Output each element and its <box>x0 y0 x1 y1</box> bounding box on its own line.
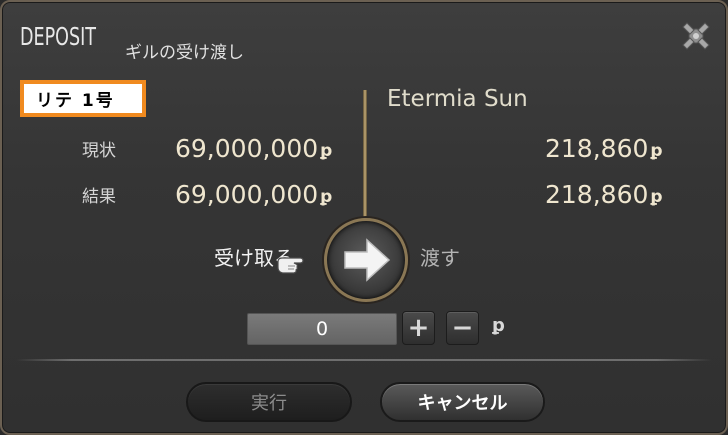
own-result-gil: 69,000,000 ꝑ <box>175 180 332 209</box>
partner-character-name: Etermia Sun <box>387 86 528 112</box>
column-divider <box>363 90 367 225</box>
gil-currency-icon: ꝑ <box>650 186 663 207</box>
own-character-name: リテ 1号 <box>20 80 146 117</box>
partner-result-gil-value: 218,860 <box>545 180 649 209</box>
gil-currency-icon: ꝑ <box>320 140 333 161</box>
transfer-direction-button[interactable] <box>324 218 408 302</box>
gil-currency-icon: ꝑ <box>492 315 505 336</box>
own-current-gil-value: 69,000,000 <box>175 134 319 163</box>
result-label: 結果 <box>82 187 116 207</box>
close-cross-icon <box>682 22 710 50</box>
current-label: 現状 <box>82 141 116 161</box>
pointing-hand-cursor-icon <box>276 252 310 276</box>
gil-transfer-window: DEPOSIT ギルの受け渡し リテ 1号 Etermia Sun 現状 結果 … <box>0 0 728 435</box>
own-result-gil-value: 69,000,000 <box>175 180 319 209</box>
cancel-button[interactable]: キャンセル <box>380 382 545 422</box>
window-subtitle: ギルの受け渡し <box>125 43 244 63</box>
gil-currency-icon: ꝑ <box>650 140 663 161</box>
gil-currency-icon: ꝑ <box>320 186 333 207</box>
partner-current-gil: 218,860 ꝑ <box>545 134 663 163</box>
execute-button[interactable]: 実行 <box>186 382 352 422</box>
give-label: 渡す <box>420 246 460 270</box>
own-current-gil: 69,000,000 ꝑ <box>175 134 332 163</box>
partner-current-gil-value: 218,860 <box>545 134 649 163</box>
decrease-amount-button[interactable]: − <box>446 311 479 345</box>
arrow-right-icon <box>344 238 391 282</box>
partner-result-gil: 218,860 ꝑ <box>545 180 663 209</box>
gil-amount-input[interactable]: 0 <box>247 313 397 345</box>
footer-divider <box>16 359 712 361</box>
window-title: DEPOSIT <box>20 22 97 51</box>
increase-amount-button[interactable]: + <box>402 311 435 345</box>
close-button[interactable] <box>678 18 714 54</box>
